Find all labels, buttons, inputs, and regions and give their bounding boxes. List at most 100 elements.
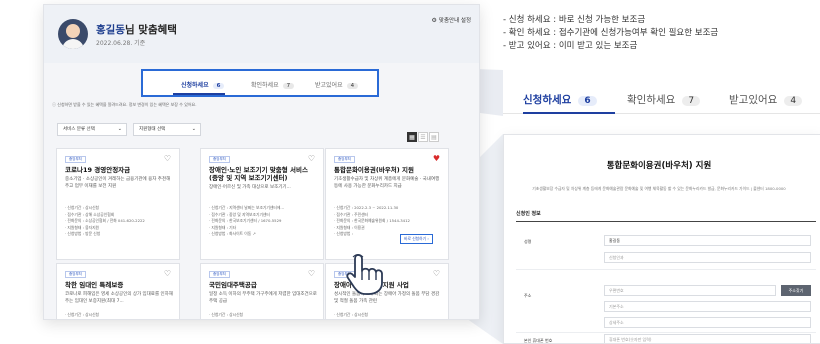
tab-receiving[interactable]: 받고있어요 4 [315,80,359,89]
chevron-down-icon: ⌄ [117,126,122,132]
zoom-tab-check-count: 7 [682,96,701,106]
heart-icon[interactable]: ♡ [433,269,440,278]
card-title: 국민임대주택공급 [209,281,257,289]
benefit-card[interactable]: 중앙부처 ♡ 착한 임대인 특례보증 코로나로 피해입은 영세 소상공인의 상가… [56,263,180,319]
name-field[interactable]: 홍길동 [604,235,811,246]
card-description: 기초생활수급자 및 차상위 계층에게 문화예술 · 국내여행 등에 사용 가능한… [334,177,440,189]
card-description: 일정 소득 이하의 무주택 가구주에게 저렴한 임대조건으로 주택 공급 [209,292,317,304]
phone-field[interactable]: 휴대폰 번호(숫자만 입력) [604,334,811,343]
category-select-label: 서비스 분류 선택 [63,127,95,132]
meta-period: · 신청기간 : 상시신청 [65,312,100,317]
card-meta: · 신청기간 : 상시신청 · 접수기관 : 상해 소상공인협회 · 전화문의 … [65,205,175,238]
address-search-button[interactable]: 주소찾기 [781,285,811,296]
stage: 홍길동님 맞춤혜택 2022.06.28. 기준 ⚙ 맞춤안내 설정 신청하세요 6… [0,0,820,344]
avatar [58,19,88,49]
agency-tag: 중앙부처 [65,156,86,163]
benefit-card[interactable]: 중앙부처 ♡ 코로나19 경영안정자금 중소기업 · 소상공인이 겨레하는 금융… [56,148,180,260]
application-form-panel: 통합문화이용권(바우처) 지원 기초생활보장 수급자 및 차상위 계층 등에게 … [503,134,820,344]
form-subtitle: 기초생활보장 수급자 및 차상위 계층 등에게 문화예술관람 문화예술 및 여행… [532,186,786,191]
zoom-tab-receiving-count: 4 [784,96,803,106]
notice-text: ⓘ 신청하면 받을 수 있는 혜택을 알려드려요. 정보 변경이 있는 혜택은 … [52,102,197,107]
card-title: 착한 임대인 특례보증 [65,281,124,289]
tab-receiving-count: 4 [346,83,359,89]
tab-apply-count: 6 [212,83,225,89]
row-divider [516,269,816,270]
greeting: 홍길동님 맞춤혜택 [96,22,177,37]
heart-filled-icon[interactable]: ♥ [433,154,440,163]
postcode-field[interactable]: 우편번호 [604,285,776,296]
zoom-tab-check[interactable]: 확인하세요 7 [627,92,701,107]
zoom-tab-apply-count: 6 [578,96,597,106]
zoom-tab-receiving-label: 받고있어요 [729,94,778,106]
card-title: 통합문화이용권(바우처) 지원 [334,166,414,174]
tab-apply[interactable]: 신청하세요 6 [181,80,225,89]
legend-item-apply: - 신청 하세요 : 바로 신청 가능한 보조금 [503,15,646,25]
card-title: 장애인·노인 보조기기 맞춤형 서비스 (중앙 및 지역 보조기기센터) [209,166,308,182]
list-view-icon[interactable]: ☰ [418,132,428,142]
card-meta: · 신청기간 : 상시신청 [334,312,444,319]
legend-item-receiving: - 받고 있어요 : 이미 받고 있는 보조금 [503,41,638,51]
benefits-screenshot: 홍길동님 맞춤혜택 2022.06.28. 기준 ⚙ 맞춤안내 설정 신청하세요 6… [43,4,480,320]
relation-field[interactable]: 신청인과 [604,252,811,263]
name-label: 성명 [524,239,532,244]
pointer-hand-icon [346,254,383,295]
view-toggle: ▦ ☰ ▤ [407,124,440,143]
grid-view-icon[interactable]: ▦ [407,132,417,142]
support-type-select-label: 지원형태 선택 [139,127,166,132]
legend-item-check: - 확인 하세요 : 접수기관에 신청가능여부 확인 필요한 보조금 [503,28,719,38]
benefit-card[interactable]: 중앙부처 ♡ 국민임대주택공급 일정 소득 이하의 무주택 가구주에게 저렴한 … [200,263,324,319]
section-title: 신청인 정보 [516,210,816,222]
phone-label: 본인 휴대폰 번호 [524,338,553,343]
heart-icon[interactable]: ♡ [308,154,315,163]
settings-link[interactable]: ⚙ 맞춤안내 설정 [432,16,472,24]
agency-tag: 중앙부처 [209,156,230,163]
zoom-tab-check-label: 확인하세요 [627,94,676,106]
category-select[interactable]: 서비스 분류 선택 ⌄ [57,123,127,136]
zoom-tab-apply[interactable]: 신청하세요 6 [523,92,597,107]
user-name: 홍길동 [96,24,125,36]
support-type-select[interactable]: 지원형태 선택 ⌄ [133,123,201,136]
meta-method[interactable]: · 신청방법 : 화사이트 이동 ↗ [209,231,319,238]
chevron-down-icon: ⌄ [191,126,196,132]
zoomed-tab-bar: 신청하세요 6 확인하세요 7 받고있어요 4 [503,70,820,114]
agency-tag: 중앙부처 [334,156,355,163]
agency-tag: 중앙부처 [209,271,230,278]
benefit-card[interactable]: 중앙부처 ♥ 통합문화이용권(바우처) 지원 기초생활수급자 및 차상위 계층에… [325,148,449,260]
card-description: 코로나로 피해입은 영세 소상공인의 상가 임대료를 인하해주는 임대인 보증지… [65,292,173,304]
card-meta: · 신청기간 : 2022.2.3 ~ 2022.11.30 · 접수기관 : … [334,205,444,238]
row-divider [516,332,816,333]
gear-icon: ⚙ [431,17,437,24]
tab-receiving-label: 받고있어요 [315,82,343,89]
card-meta: · 신청기간 : 지역센터 날짜는 보조기기센터에... · 접수기관 : 중앙… [209,205,319,238]
card-meta: · 신청기간 : 상시신청 [65,312,175,319]
meta-period: · 신청기간 : 상시신청 [209,312,244,317]
benefit-card[interactable]: 중앙부처 ♡ 장애인·노인 보조기기 맞춤형 서비스 (중앙 및 지역 보조기기… [200,148,324,260]
active-tab-underline [173,93,225,95]
zoom-active-underline [523,112,615,114]
address-detail-field[interactable]: 상세주소 [604,317,811,328]
apply-now-button[interactable]: 바로 신청하기 › [400,234,433,244]
heart-icon[interactable]: ♡ [164,269,171,278]
card-description: 장애인·어르신 및 가족 대상으로 보조기기... [209,185,291,190]
tab-apply-label: 신청하세요 [181,82,209,89]
card-description: 중소기업 · 소상공인이 겨레하는 금융기관에 융자 추천해주고 업무 이재를 … [65,177,171,189]
header: 홍길동님 맞춤혜택 2022.06.28. 기준 ⚙ 맞춤안내 설정 [44,5,479,63]
compact-view-icon[interactable]: ▤ [429,132,439,142]
agency-tag: 중앙부처 [65,271,86,278]
zoom-tab-receiving[interactable]: 받고있어요 4 [729,92,803,107]
heart-icon[interactable]: ♡ [164,154,171,163]
meta-period: · 신청기간 : 상시신청 [334,312,369,317]
heart-icon[interactable]: ♡ [308,269,315,278]
address-label: 주소 [524,293,532,298]
meta-method: · 신청방법 : 방문 신청 [65,231,101,236]
form-title: 통합문화이용권(바우처) 지원 [606,161,712,171]
zoom-tab-apply-label: 신청하세요 [523,94,572,106]
address-field[interactable]: 기본주소 [604,301,811,312]
tab-check[interactable]: 확인하세요 7 [251,80,295,89]
greeting-suffix: 님 맞춤혜택 [124,24,177,36]
tab-check-label: 확인하세요 [251,82,279,89]
settings-label: 맞춤안내 설정 [438,18,471,24]
tab-check-count: 7 [282,83,295,89]
base-date: 2022.06.28. 기준 [96,40,146,47]
card-title: 코로나19 경영안정자금 [65,166,131,174]
